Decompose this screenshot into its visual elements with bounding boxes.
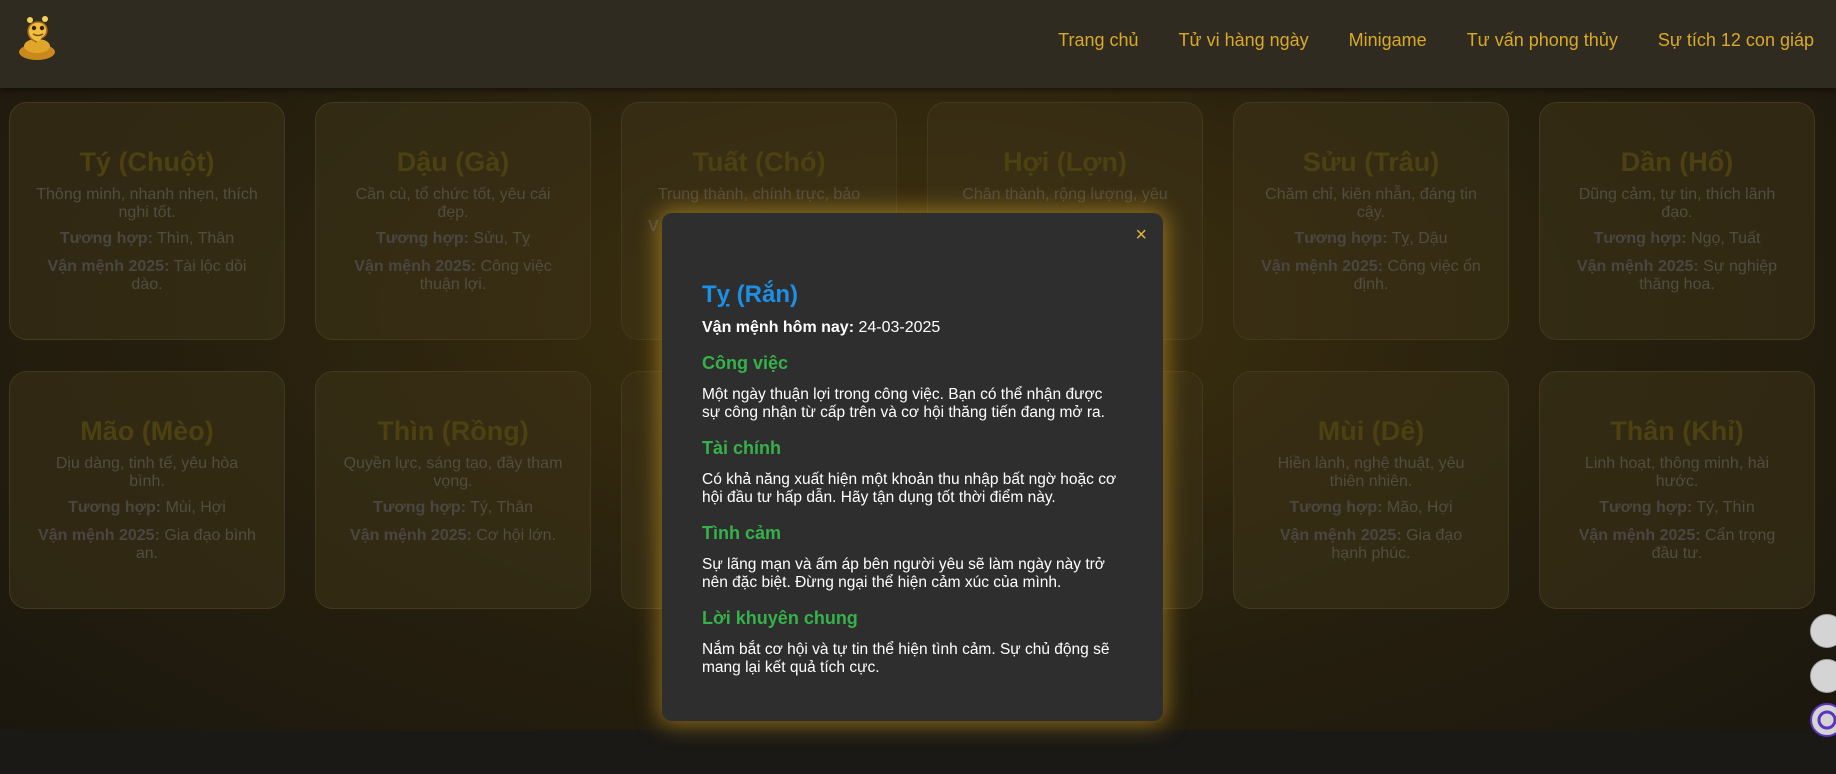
nav-zodiac-story-link[interactable]: Sự tích 12 con giáp [1658, 30, 1814, 51]
nav-home-link[interactable]: Trang chủ [1058, 30, 1138, 51]
section-text-finance: Có khả năng xuất hiện một khoản thu nhập… [702, 471, 1117, 506]
snake-logo-icon[interactable] [14, 12, 60, 64]
section-heading-advice: Lời khuyên chung [702, 608, 858, 628]
section-text-advice: Nắm bắt cơ hội và tự tin thể hiện tình c… [702, 641, 1110, 676]
section-heading-love: Tình cảm [702, 523, 782, 543]
horoscope-modal: × Tỵ (Rắn) Vận mệnh hôm nay: 24-03-2025 … [662, 213, 1163, 721]
section-heading-work: Công việc [702, 353, 789, 373]
section-heading-finance: Tài chính [702, 438, 782, 458]
close-icon[interactable]: × [1135, 225, 1147, 245]
main-nav: Trang chủ Tử vi hàng ngày Minigame Tư vấ… [1058, 30, 1814, 51]
nav-daily-horoscope-link[interactable]: Tử vi hàng ngày [1179, 30, 1309, 51]
section-text-work: Một ngày thuận lợi trong công việc. Bạn … [702, 386, 1105, 421]
nav-minigame-link[interactable]: Minigame [1349, 30, 1427, 51]
site-header: Trang chủ Tử vi hàng ngày Minigame Tư vấ… [0, 0, 1836, 88]
modal-date: Vận mệnh hôm nay: 24-03-2025 [702, 319, 941, 336]
section-text-love: Sự lãng mạn và ấm áp bên người yêu sẽ là… [702, 556, 1105, 591]
modal-title: Tỵ (Rắn) [702, 281, 798, 308]
nav-fengshui-link[interactable]: Tư vấn phong thủy [1467, 30, 1618, 51]
